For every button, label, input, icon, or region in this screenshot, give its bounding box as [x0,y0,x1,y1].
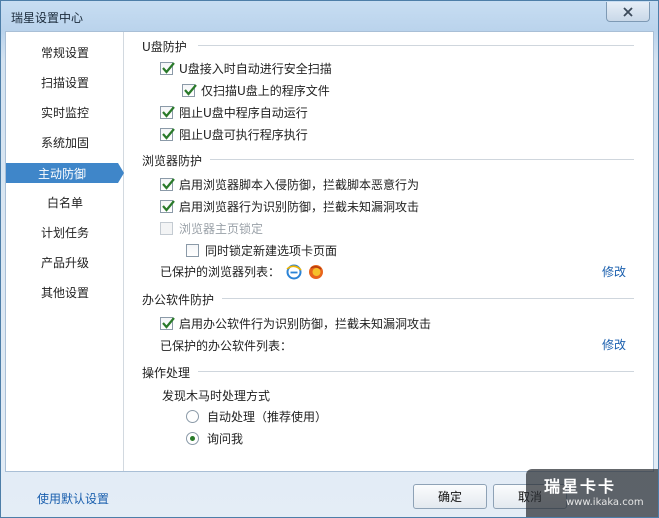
sidebar-item-other[interactable]: 其他设置 [6,282,124,302]
action-ask-label: 询问我 [207,432,244,446]
office-modify-link[interactable]: 修改 [602,336,626,353]
browser-homepage-lock-checkbox [160,222,173,235]
action-auto-radio[interactable] [186,410,199,423]
checkmark-icon [162,178,175,190]
watermark-logo: 瑞星卡卡 [544,477,617,496]
trojan-handling-label: 发现木马时处理方式 [162,389,271,403]
browser-script-defense-option[interactable]: 启用浏览器脚本入侵防御，拦截脚本恶意行为 [160,176,419,193]
sidebar-item-hardening[interactable]: 系统加固 [6,132,124,152]
watermark-url: www.ikaka.com [566,497,644,508]
browser-protected-list: 已保护的浏览器列表： [160,263,324,280]
settings-window: 瑞星设置中心 常规设置 扫描设置 实时监控 系统加固 主动防御 白名单 计划任务… [0,0,659,518]
usb-auto-scan-label: U盘接入时自动进行安全扫描 [179,62,332,76]
browser-section-title: 浏览器防护 [142,154,203,168]
action-section-title: 操作处理 [142,366,191,380]
window-title: 瑞星设置中心 [11,11,84,25]
action-ask-option[interactable]: 询问我 [186,430,243,447]
action-auto-option[interactable]: 自动处理（推荐使用） [186,408,327,425]
usb-scan-only-label: 仅扫描U盘上的程序文件 [201,84,330,98]
usb-block-exec-checkbox[interactable] [160,128,175,141]
section-divider [222,298,634,299]
close-button[interactable] [606,2,650,22]
browser-behavior-defense-checkbox[interactable] [160,200,175,213]
ie-icon [286,264,302,279]
close-icon [623,6,633,17]
office-behavior-defense-option[interactable]: 启用办公软件行为识别防御，拦截未知漏洞攻击 [160,315,431,332]
checkmark-icon [162,200,175,212]
title-bar: 瑞星设置中心 [1,1,658,31]
browser-homepage-lock-label: 浏览器主页锁定 [179,222,264,236]
action-auto-label: 自动处理（推荐使用） [207,410,328,424]
office-section-title: 办公软件防护 [142,293,215,307]
checkmark-icon [162,317,175,329]
section-divider [210,159,634,160]
usb-section-title: U盘防护 [142,40,187,54]
checkmark-icon [162,128,175,140]
office-behavior-defense-checkbox[interactable] [160,317,175,330]
sidebar-item-general[interactable]: 常规设置 [6,42,124,62]
action-ask-radio[interactable] [186,432,199,445]
browser-homepage-lock-option: 浏览器主页锁定 [160,220,263,237]
watermark: 瑞星卡卡 www.ikaka.com [526,469,658,517]
sidebar-item-upgrade[interactable]: 产品升级 [6,252,124,272]
office-protected-list-label: 已保护的办公软件列表： [160,339,293,353]
browser-modify-link[interactable]: 修改 [602,263,626,280]
sidebar-item-schedule[interactable]: 计划任务 [6,222,124,242]
sidebar-item-whitelist[interactable]: 白名单 [6,192,124,212]
usb-scan-only-checkbox[interactable] [182,84,197,97]
sidebar-item-scan[interactable]: 扫描设置 [6,72,124,92]
usb-block-autorun-checkbox[interactable] [160,106,175,119]
browser-protected-list-label: 已保护的浏览器列表： [160,265,281,279]
sidebar: 常规设置 扫描设置 实时监控 系统加固 主动防御 白名单 计划任务 产品升级 其… [6,32,124,471]
content-panel: U盘防护 U盘接入时自动进行安全扫描 仅扫描U盘上的程序文件 阻止U盘中程序自动… [124,32,654,471]
browser-behavior-defense-label: 启用浏览器行为识别防御，拦截未知漏洞攻击 [179,200,420,214]
section-divider [198,45,634,46]
usb-block-autorun-option[interactable]: 阻止U盘中程序自动运行 [160,104,308,121]
browser-new-tab-lock-checkbox[interactable] [186,244,199,257]
office-behavior-defense-label: 启用办公软件行为识别防御，拦截未知漏洞攻击 [179,317,432,331]
browser-script-defense-label: 启用浏览器脚本入侵防御，拦截脚本恶意行为 [179,178,420,192]
ok-button[interactable]: 确定 [413,484,487,509]
office-protected-list: 已保护的办公软件列表： [160,337,292,354]
checkmark-icon [184,84,197,96]
sidebar-item-active-defense[interactable]: 主动防御 [6,163,124,183]
section-divider [198,371,634,372]
browser-new-tab-lock-label: 同时锁定新建选项卡页面 [205,244,338,258]
client-area: 常规设置 扫描设置 实时监控 系统加固 主动防御 白名单 计划任务 产品升级 其… [5,31,654,472]
usb-block-exec-option[interactable]: 阻止U盘可执行程序执行 [160,126,308,143]
use-default-settings-link[interactable]: 使用默认设置 [37,490,109,507]
browser-script-defense-checkbox[interactable] [160,178,175,191]
usb-block-autorun-label: 阻止U盘中程序自动运行 [179,106,308,120]
usb-block-exec-label: 阻止U盘可执行程序执行 [179,128,308,142]
browser-behavior-defense-option[interactable]: 启用浏览器行为识别防御，拦截未知漏洞攻击 [160,198,419,215]
firefox-icon [309,264,324,279]
browser-new-tab-lock-option[interactable]: 同时锁定新建选项卡页面 [186,242,337,259]
sidebar-item-realtime[interactable]: 实时监控 [6,102,124,122]
usb-auto-scan-option[interactable]: U盘接入时自动进行安全扫描 [160,60,332,77]
checkmark-icon [162,62,175,74]
checkmark-icon [162,106,175,118]
usb-auto-scan-checkbox[interactable] [160,62,175,75]
usb-scan-only-option[interactable]: 仅扫描U盘上的程序文件 [182,82,330,99]
